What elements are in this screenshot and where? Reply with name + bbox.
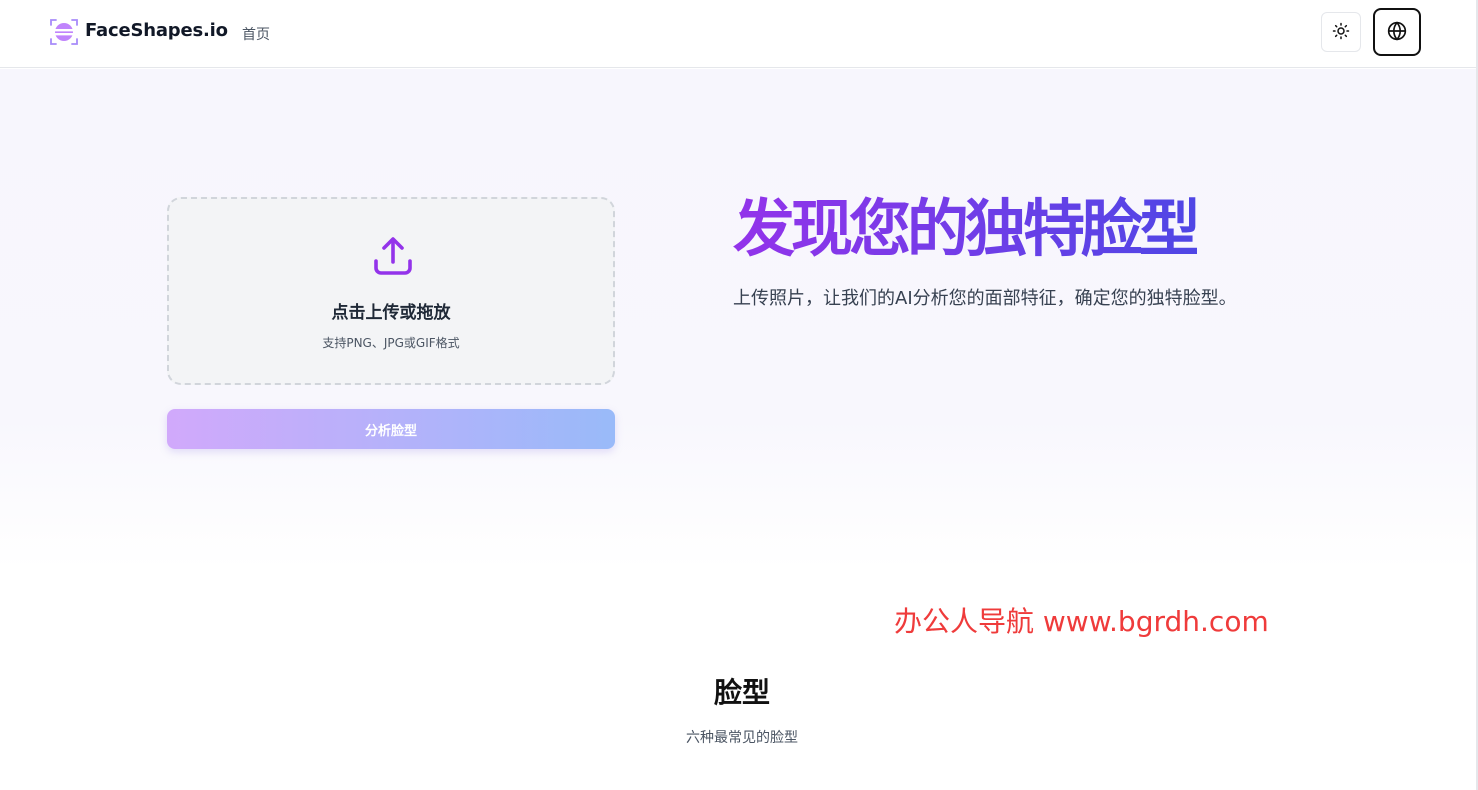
face-scan-logo-icon[interactable] [48, 16, 80, 48]
nav-link-home[interactable]: 首页 [242, 24, 270, 44]
brand-name[interactable]: FaceShapes.io [85, 20, 228, 41]
section-title: 脸型 [713, 676, 770, 709]
sun-icon [1332, 22, 1350, 43]
watermark-text: 办公人导航 www.bgrdh.com [894, 605, 1269, 638]
hero-title: 发现您的独特脸型 [733, 192, 1201, 265]
top-header: FaceShapes.io 首页 [0, 0, 1478, 68]
analyze-face-button[interactable]: 分析脸型 [167, 409, 615, 449]
hero-description: 上传照片，让我们的AI分析您的面部特征，确定您的独特脸型。 [733, 288, 1237, 309]
upload-dropzone[interactable]: 点击上传或拖放 支持PNG、JPG或GIF格式 [167, 197, 615, 385]
language-switch-button[interactable] [1373, 8, 1421, 56]
upload-format-hint: 支持PNG、JPG或GIF格式 [322, 336, 460, 350]
upload-title: 点击上传或拖放 [331, 303, 451, 323]
upload-icon [371, 234, 415, 278]
section-subtitle: 六种最常见的脸型 [686, 730, 798, 746]
theme-toggle-button[interactable] [1321, 12, 1361, 52]
globe-icon [1387, 20, 1407, 44]
